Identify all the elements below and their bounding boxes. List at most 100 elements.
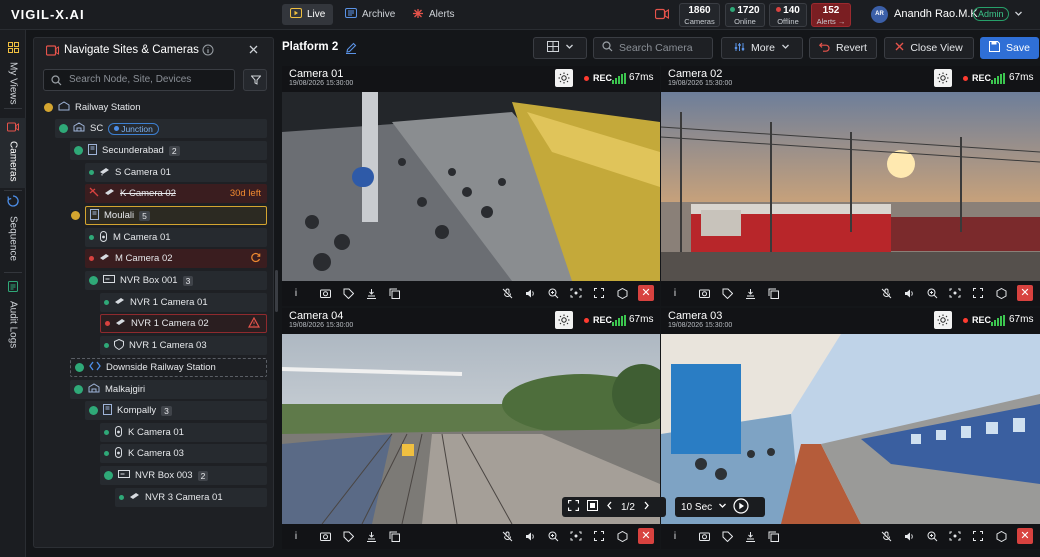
tree-node-nvr1-camera-01[interactable]: NVR 1 Camera 01 — [100, 293, 267, 312]
fullscreen-icon[interactable] — [567, 499, 580, 514]
chevron-down-icon[interactable] — [718, 501, 727, 513]
chevron-right-icon[interactable] — [643, 501, 650, 513]
fit-icon[interactable] — [570, 287, 582, 299]
tag-icon[interactable] — [721, 287, 733, 299]
warning-icon[interactable] — [247, 316, 261, 331]
fullscreen-icon[interactable] — [972, 287, 984, 299]
revert-button[interactable]: Revert — [809, 37, 877, 59]
tree-node-malkajgiri[interactable]: Malkajgiri — [70, 380, 267, 399]
camera-tile[interactable]: Camera 02 19/08/2026 15:30:00 REC 67ms i… — [661, 66, 1040, 306]
info-icon[interactable] — [202, 44, 214, 59]
rail-audit-logs[interactable]: Audit Logs — [0, 280, 26, 348]
camera-search-input[interactable]: Search Camera — [593, 37, 713, 59]
expand-icon[interactable] — [59, 124, 68, 133]
tree-node-k-camera-03[interactable]: K Camera 03 — [100, 444, 267, 463]
edit-icon[interactable] — [345, 42, 357, 57]
tree-node-downside-railway-station[interactable]: Downside Railway Station — [70, 358, 267, 377]
ai-analytics-icon[interactable] — [995, 530, 1007, 542]
ptz-icon[interactable] — [744, 287, 756, 299]
camera-recording-icon[interactable] — [654, 8, 670, 23]
tree-search-input[interactable]: Search Node, Site, Devices — [43, 69, 235, 91]
mic-off-icon[interactable] — [880, 530, 892, 542]
tab-alerts[interactable]: Alerts — [404, 4, 463, 25]
close-tile-button[interactable]: ✕ — [1017, 285, 1033, 301]
sync-warning-icon[interactable] — [250, 252, 261, 266]
zoom-icon[interactable] — [926, 287, 938, 299]
tree-node-nvr-box-001[interactable]: NVR Box 001 3 — [85, 271, 267, 290]
chevron-down-icon[interactable] — [1014, 9, 1023, 21]
zoom-icon[interactable] — [547, 530, 559, 542]
tree-node-s-camera-01[interactable]: S Camera 01 — [85, 163, 267, 182]
tree-node-secunderabad[interactable]: Secunderabad 2 — [70, 141, 267, 160]
rail-my-views[interactable]: My Views — [0, 42, 26, 105]
ptz-icon[interactable] — [365, 287, 377, 299]
ptz-icon[interactable] — [365, 530, 377, 542]
scrollbar[interactable] — [275, 270, 278, 312]
close-tile-button[interactable]: ✕ — [638, 285, 654, 301]
volume-icon[interactable] — [524, 530, 536, 542]
tree-node-m-camera-02[interactable]: M Camera 02 — [85, 249, 267, 268]
tab-live[interactable]: Live — [282, 4, 334, 25]
sequence-interval-select[interactable]: 10 Sec — [681, 502, 712, 513]
tab-archive[interactable]: Archive — [337, 4, 403, 25]
zoom-icon[interactable] — [547, 287, 559, 299]
tree-node-nvr-box-003[interactable]: NVR Box 003 2 — [100, 466, 267, 485]
snapshot-icon[interactable] — [319, 530, 331, 542]
expand-icon[interactable] — [74, 385, 83, 394]
tree-node-nvr1-camera-03[interactable]: NVR 1 Camera 03 — [100, 336, 267, 355]
info-icon[interactable]: i — [669, 287, 681, 299]
snapshot-icon[interactable] — [698, 530, 710, 542]
save-button[interactable]: Save — [980, 37, 1039, 59]
volume-icon[interactable] — [524, 287, 536, 299]
layout-button[interactable] — [533, 37, 587, 59]
volume-icon[interactable] — [903, 287, 915, 299]
fit-icon[interactable] — [949, 530, 961, 542]
zoom-icon[interactable] — [926, 530, 938, 542]
brightness-icon[interactable] — [555, 69, 573, 87]
more-button[interactable]: More — [721, 37, 803, 59]
ptz-icon[interactable] — [744, 530, 756, 542]
info-icon[interactable]: i — [669, 530, 681, 542]
rail-cameras[interactable]: Cameras — [0, 118, 26, 188]
copy-icon[interactable] — [767, 530, 779, 542]
tree-node-k-camera-01[interactable]: K Camera 01 — [100, 423, 267, 442]
mic-off-icon[interactable] — [880, 287, 892, 299]
chevron-left-icon[interactable] — [606, 501, 613, 513]
copy-icon[interactable] — [388, 287, 400, 299]
close-tile-button[interactable]: ✕ — [638, 528, 654, 544]
close-tile-button[interactable]: ✕ — [1017, 528, 1033, 544]
mic-off-icon[interactable] — [501, 530, 513, 542]
stat-offline[interactable]: 140 Offline — [769, 3, 807, 27]
expand-icon[interactable] — [44, 103, 53, 112]
tree-node-sc[interactable]: SC Junction — [55, 119, 267, 138]
tree-node-nvr3-camera-01[interactable]: NVR 3 Camera 01 — [115, 488, 267, 507]
close-view-button[interactable]: Close View — [884, 37, 974, 59]
info-icon[interactable]: i — [290, 530, 302, 542]
tree-node-nvr1-camera-02[interactable]: NVR 1 Camera 02 — [100, 314, 267, 333]
rail-sequence[interactable]: Sequence — [0, 195, 26, 261]
ai-analytics-icon[interactable] — [995, 287, 1007, 299]
stat-cameras[interactable]: 1860 Cameras — [679, 3, 720, 27]
expand-icon[interactable] — [71, 211, 80, 220]
fullscreen-icon[interactable] — [593, 530, 605, 542]
filter-button[interactable] — [243, 69, 267, 91]
mic-off-icon[interactable] — [501, 287, 513, 299]
expand-icon[interactable] — [89, 276, 98, 285]
expand-icon[interactable] — [104, 471, 113, 480]
tree-node-kompally[interactable]: Kompally 3 — [85, 401, 267, 420]
snapshot-icon[interactable] — [319, 287, 331, 299]
expand-icon[interactable] — [75, 363, 84, 372]
tree-node-railway-station[interactable]: Railway Station — [40, 98, 267, 117]
fullscreen-icon[interactable] — [593, 287, 605, 299]
expand-icon[interactable] — [74, 146, 83, 155]
close-icon[interactable] — [249, 45, 258, 57]
stat-online[interactable]: 1720 Online — [725, 3, 765, 27]
fullscreen-icon[interactable] — [972, 530, 984, 542]
tag-icon[interactable] — [721, 530, 733, 542]
camera-tile[interactable]: Camera 01 19/08/2026 15:30:00 REC 67ms i… — [282, 66, 660, 306]
snapshot-icon[interactable] — [698, 287, 710, 299]
expand-icon[interactable] — [89, 406, 98, 415]
layout-grid-icon[interactable] — [587, 500, 598, 514]
ai-analytics-icon[interactable] — [616, 287, 628, 299]
brightness-icon[interactable] — [934, 69, 952, 87]
